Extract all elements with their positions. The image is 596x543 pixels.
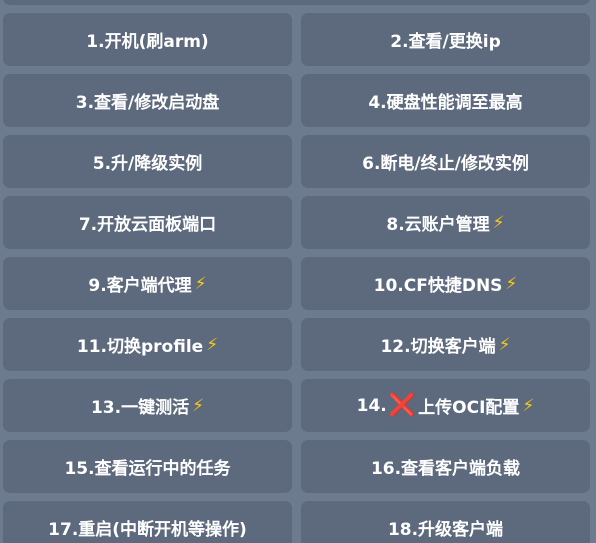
button-label: 10.CF快捷DNS	[373, 276, 503, 296]
button-label: 1.开机(刷arm)	[86, 32, 209, 52]
open-panel-ports-button[interactable]: 7.开放云面板端口	[3, 196, 292, 249]
upload-oci-config-button[interactable]: 14. ❌ 上传OCI配置 ⚡	[301, 379, 590, 432]
one-click-liveness-test-button[interactable]: 13.一键测活 ⚡	[3, 379, 292, 432]
lightning-icon: ⚡	[522, 395, 535, 416]
button-label: 6.断电/终止/修改实例	[362, 154, 529, 174]
lightning-icon: ⚡	[194, 273, 207, 294]
lightning-icon: ⚡	[505, 273, 518, 294]
button-label: 16.查看客户端负载	[370, 459, 521, 479]
menu-button-grid: 1.开机(刷arm) 2.查看/更换ip 3.查看/修改启动盘 4.硬盘性能调至…	[3, 13, 590, 543]
switch-client-button[interactable]: 12.切换客户端 ⚡	[301, 318, 590, 371]
lightning-icon: ⚡	[192, 395, 205, 416]
power-off-terminate-instance-button[interactable]: 6.断电/终止/修改实例	[301, 135, 590, 188]
button-label: 7.开放云面板端口	[78, 215, 217, 235]
view-edit-boot-disk-button[interactable]: 3.查看/修改启动盘	[3, 74, 292, 127]
button-label: 4.硬盘性能调至最高	[368, 93, 523, 113]
button-label: 13.一键测活	[90, 398, 190, 418]
max-disk-performance-button[interactable]: 4.硬盘性能调至最高	[301, 74, 590, 127]
button-label: 12.切换客户端	[380, 337, 496, 357]
lightning-icon: ⚡	[498, 334, 511, 355]
upgrade-client-button[interactable]: 18.升级客户端	[301, 501, 590, 543]
switch-profile-button[interactable]: 11.切换profile ⚡	[3, 318, 292, 371]
cross-mark-icon: ❌	[388, 392, 417, 418]
restart-button[interactable]: 17.重启(中断开机等操作)	[3, 501, 292, 543]
button-label: 18.升级客户端	[387, 520, 504, 540]
lightning-icon: ⚡	[492, 212, 505, 233]
button-label: 8.云账户管理	[386, 215, 490, 235]
power-on-button[interactable]: 1.开机(刷arm)	[3, 13, 292, 66]
button-label: 9.客户端代理	[88, 276, 192, 296]
lightning-icon: ⚡	[206, 334, 219, 355]
button-label: 11.切换profile	[76, 337, 204, 357]
button-label: 上传OCI配置	[418, 398, 520, 418]
view-change-ip-button[interactable]: 2.查看/更换ip	[301, 13, 590, 66]
button-label-prefix: 14.	[356, 395, 387, 416]
cf-quick-dns-button[interactable]: 10.CF快捷DNS ⚡	[301, 257, 590, 310]
upgrade-downgrade-instance-button[interactable]: 5.升/降级实例	[3, 135, 292, 188]
button-label: 3.查看/修改启动盘	[75, 93, 220, 113]
button-label: 15.查看运行中的任务	[64, 459, 231, 479]
view-running-tasks-button[interactable]: 15.查看运行中的任务	[3, 440, 292, 493]
button-label: 2.查看/更换ip	[390, 32, 501, 52]
previous-row-button-edge[interactable]	[3, 0, 590, 5]
menu-panel: 1.开机(刷arm) 2.查看/更换ip 3.查看/修改启动盘 4.硬盘性能调至…	[0, 0, 596, 543]
view-client-load-button[interactable]: 16.查看客户端负载	[301, 440, 590, 493]
client-proxy-button[interactable]: 9.客户端代理 ⚡	[3, 257, 292, 310]
button-label: 5.升/降级实例	[92, 154, 203, 174]
button-label: 17.重启(中断开机等操作)	[48, 520, 247, 540]
cloud-account-management-button[interactable]: 8.云账户管理 ⚡	[301, 196, 590, 249]
